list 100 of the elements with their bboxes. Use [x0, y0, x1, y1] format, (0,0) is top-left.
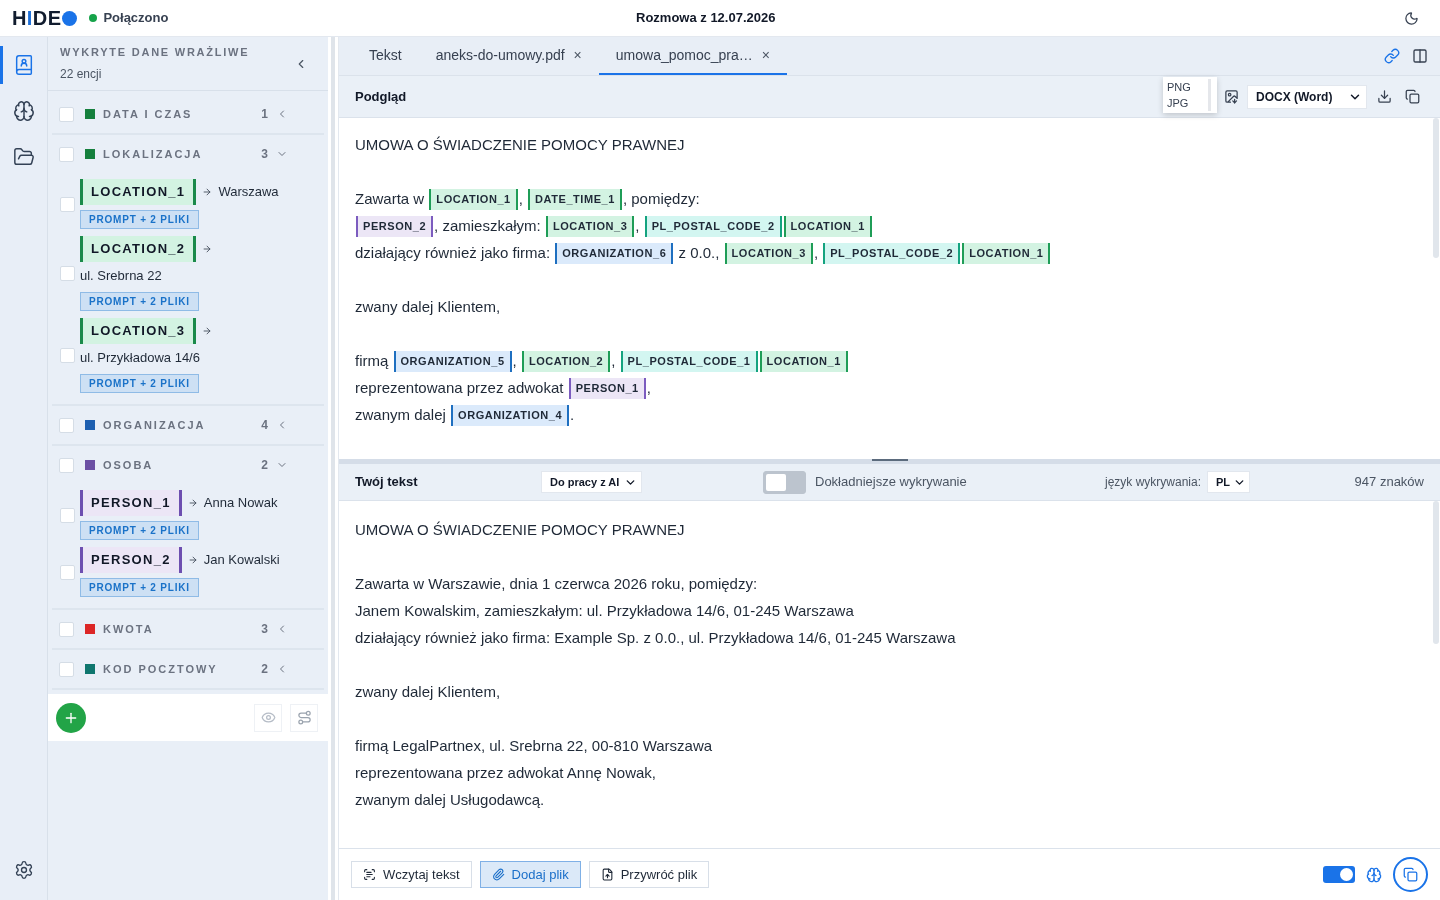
entity-tag[interactable]: PL_POSTAL_CODE_1	[620, 351, 758, 372]
arrow-right-icon	[202, 244, 213, 254]
preview-text: działający również jako firma:	[355, 243, 552, 264]
checkbox[interactable]	[59, 106, 74, 122]
entity-tag[interactable]: LOCATION_1	[80, 179, 197, 205]
entity-value: ul. Srebrna 22	[80, 267, 162, 285]
editor-text-line: zwanym dalej Usługodawcą.	[355, 790, 545, 810]
dark-mode-button[interactable]	[1404, 10, 1419, 26]
menu-item[interactable]: PNG	[1167, 79, 1207, 95]
entity-tag[interactable]: LOCATION_2	[521, 351, 611, 372]
resize-handle[interactable]	[871, 459, 908, 461]
usage-badge: PROMPT + 2 PLIKI	[80, 521, 199, 540]
editor-text-line: firmą LegalPartnex, ul. Srebrna 22, 00-810 Warszawa	[355, 736, 713, 756]
category-name: DATA I CZAS	[103, 106, 193, 122]
export-image-button[interactable]	[1224, 89, 1239, 104]
category-name: KWOTA	[103, 621, 154, 637]
entity-tag[interactable]: PERSON_2	[80, 547, 182, 573]
checkbox[interactable]	[59, 621, 74, 637]
connection-status: Połączono	[103, 9, 169, 28]
entity-tag[interactable]: LOCATION_2	[80, 236, 197, 262]
preview-text: .	[570, 405, 575, 426]
link-button[interactable]	[1384, 48, 1400, 64]
preview-text: , zamieszkałym:	[434, 216, 542, 237]
download-button[interactable]	[1377, 89, 1392, 104]
toggle-switch[interactable]	[1323, 866, 1355, 883]
entity-tag[interactable]: ORGANIZATION_4	[451, 405, 570, 426]
checkbox[interactable]	[59, 457, 74, 473]
menu-item[interactable]: JPG	[1167, 95, 1207, 111]
checkbox[interactable]	[59, 417, 74, 433]
entity-tag[interactable]: ORGANIZATION_6	[555, 243, 674, 264]
split-view-button[interactable]	[1412, 48, 1428, 64]
editor-text-line: Zawarta w Warszawie, dnia 1 czerwca 2026 roku, pomiędzy:	[355, 574, 758, 594]
toolbar-button[interactable]: Wczytaj tekst	[351, 861, 472, 888]
entity-tag[interactable]: PERSON_1	[80, 490, 182, 516]
checkbox[interactable]	[60, 507, 75, 523]
mode-select[interactable]: Do pracy z AI	[541, 471, 642, 493]
entity-tag[interactable]: LOCATION_1	[962, 243, 1051, 264]
copy-icon	[1405, 89, 1420, 104]
entity-tag[interactable]: LOCATION_3	[724, 243, 813, 264]
entity-tag[interactable]: LOCATION_3	[80, 318, 197, 344]
download-icon	[1377, 89, 1392, 104]
scrollbar-thumb[interactable]	[1433, 501, 1439, 644]
close-tab-button[interactable]: ×	[573, 44, 582, 66]
tab[interactable]: aneks-do-umowy.pdf ×	[418, 37, 599, 75]
add-button[interactable]	[56, 702, 86, 733]
scrollbar-thumb[interactable]	[1433, 118, 1439, 258]
checkbox[interactable]	[60, 266, 75, 281]
entity-tag[interactable]: PERSON_1	[568, 378, 646, 399]
entity-value: ul. Przykładowa 14/6	[80, 349, 200, 367]
toolbar-button[interactable]: Przywróć plik	[588, 861, 710, 888]
copy-icon	[1403, 867, 1418, 882]
preview-text: zwanym dalej	[355, 405, 447, 426]
checkbox[interactable]	[60, 196, 75, 212]
copy-round-button[interactable]	[1393, 857, 1428, 892]
split-view-icon	[1412, 48, 1428, 64]
preview-toggle-button[interactable]	[254, 703, 282, 732]
preview-text: ,	[813, 243, 820, 264]
entity-tag[interactable]: LOCATION_1	[429, 189, 518, 210]
tab[interactable]: Tekst	[352, 37, 419, 75]
close-tab-button[interactable]: ×	[761, 44, 770, 66]
section-title: Twój tekst	[355, 473, 419, 492]
checkbox[interactable]	[59, 146, 74, 162]
toggle-switch[interactable]	[763, 470, 806, 494]
checkbox[interactable]	[59, 661, 74, 677]
scrollbar[interactable]	[331, 37, 335, 900]
arrow-right-icon	[187, 555, 198, 565]
preview-text: ,	[611, 351, 617, 372]
entity-tag[interactable]: PL_POSTAL_CODE_2	[644, 216, 782, 237]
language-select[interactable]: PL	[1207, 471, 1250, 493]
preview-text: ,	[518, 189, 524, 210]
category-count: 3	[261, 621, 268, 638]
checkbox[interactable]	[60, 564, 75, 580]
entity-tag[interactable]: LOCATION_3	[545, 216, 635, 237]
entity-tag[interactable]: LOCATION_1	[759, 351, 848, 372]
entity-tag[interactable]: ORGANIZATION_5	[393, 351, 512, 372]
folder-icon	[12, 146, 35, 168]
route-button[interactable]	[290, 703, 318, 732]
usage-badge: PROMPT + 2 PLIKI	[80, 210, 199, 229]
toolbar-button[interactable]: Dodaj plik	[479, 861, 581, 888]
preview-text: reprezentowana przez adwokat	[355, 378, 565, 399]
logo-text: HIDE	[12, 8, 62, 28]
editor-text-line: zwany dalej Klientem,	[355, 682, 501, 702]
entity-tag[interactable]: PL_POSTAL_CODE_2	[823, 243, 961, 264]
preview-text: Zawarta w	[355, 189, 426, 210]
brain-icon	[1366, 866, 1382, 883]
arrow-right-icon	[187, 498, 198, 508]
category-name: ORGANIZACJA	[103, 417, 206, 433]
usage-badge: PROMPT + 2 PLIKI	[80, 578, 199, 597]
entity-tag[interactable]: DATE_TIME_1	[528, 189, 622, 210]
checkbox[interactable]	[60, 348, 75, 363]
category-count: 2	[261, 457, 268, 474]
arrow-right-icon	[202, 187, 213, 197]
entity-value: Warszawa	[218, 183, 279, 201]
panel-title: WYKRYTE DANE WRAŻLIWE	[60, 45, 250, 61]
usage-badge: PROMPT + 2 PLIKI	[80, 374, 199, 393]
entity-tag[interactable]: PERSON_2	[356, 216, 434, 237]
entity-tag[interactable]: LOCATION_1	[783, 216, 872, 237]
editor-text-line: działający również jako firma: Example Sp. z 0.0., ul. Przykładowa 14/6, 01-245 Warszawa	[355, 628, 956, 648]
format-select[interactable]: DOCX (Word)	[1247, 84, 1367, 109]
copy-button[interactable]	[1405, 89, 1420, 104]
